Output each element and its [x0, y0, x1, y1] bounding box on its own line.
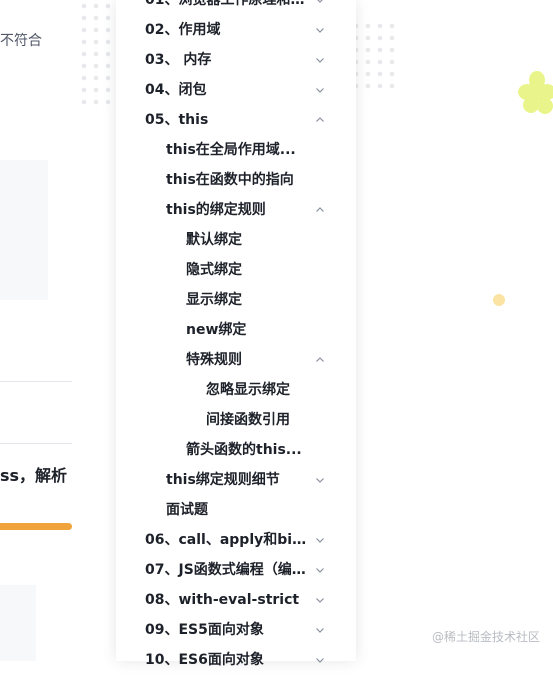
article-fragment-text: 不符合	[0, 33, 42, 49]
toc-item[interactable]: this在全局作用域...	[166, 135, 311, 165]
dot-pattern	[78, 0, 118, 110]
toc-item[interactable]: 默认绑定	[186, 225, 311, 255]
toc-item[interactable]: 隐式绑定	[186, 255, 311, 285]
chevron-up-icon[interactable]	[315, 355, 325, 365]
chevron-down-icon[interactable]	[315, 565, 325, 575]
toc-item[interactable]: 01、浏览器工作原理和V8...	[145, 0, 311, 15]
toc-item[interactable]: this的绑定规则	[166, 195, 311, 225]
toc-item[interactable]: 04、闭包	[145, 75, 311, 105]
table-of-contents: 01、浏览器工作原理和V8... 02、作用域 03、 内存 04、闭包 05、this…	[116, 0, 356, 668]
chevron-up-icon[interactable]	[315, 115, 325, 125]
chevron-down-icon[interactable]	[315, 0, 325, 5]
flower-decoration-icon	[518, 71, 553, 114]
toc-item[interactable]: 显示绑定	[186, 285, 311, 315]
dot-pattern	[350, 20, 400, 90]
toc-item[interactable]: 10、ES6面向对象	[145, 645, 311, 675]
chevron-down-icon[interactable]	[315, 475, 325, 485]
chevron-down-icon[interactable]	[315, 625, 325, 635]
toc-item[interactable]: 面试题	[166, 495, 311, 525]
divider	[0, 381, 72, 382]
chevron-down-icon[interactable]	[315, 595, 325, 605]
article-card	[0, 585, 36, 661]
toc-item[interactable]: 特殊规则	[186, 345, 311, 375]
toc-item[interactable]: 间接函数引用	[206, 405, 311, 435]
toc-item[interactable]: 箭头函数的this...	[186, 435, 311, 465]
toc-item[interactable]: 03、 内存	[145, 45, 311, 75]
toc-item[interactable]: 06、call、apply和bind...	[145, 525, 311, 555]
accent-bar	[0, 523, 72, 530]
toc-item[interactable]: this在函数中的指向	[166, 165, 311, 195]
yellow-dot-decoration	[493, 294, 505, 306]
divider	[0, 443, 72, 444]
article-code-block	[0, 160, 48, 300]
toc-item[interactable]: 02、作用域	[145, 15, 311, 45]
toc-item[interactable]: this绑定规则细节	[166, 465, 311, 495]
toc-item[interactable]: 09、ES5面向对象	[145, 615, 311, 645]
chevron-down-icon[interactable]	[315, 655, 325, 665]
chevron-up-icon[interactable]	[315, 205, 325, 215]
toc-item[interactable]: 忽略显示绑定	[206, 375, 311, 405]
watermark: @稀土掘金技术社区	[432, 630, 541, 644]
toc-item[interactable]: new绑定	[186, 315, 311, 345]
toc-item[interactable]: 08、with-eval-strict	[145, 585, 311, 615]
chevron-down-icon[interactable]	[315, 25, 325, 35]
toc-item[interactable]: 05、this	[145, 105, 311, 135]
chevron-down-icon[interactable]	[315, 55, 325, 65]
chevron-down-icon[interactable]	[315, 535, 325, 545]
toc-item[interactable]: 07、JS函数式编程（编程...	[145, 555, 311, 585]
chevron-down-icon[interactable]	[315, 85, 325, 95]
article-fragment-heading: ss，解析	[0, 466, 68, 485]
